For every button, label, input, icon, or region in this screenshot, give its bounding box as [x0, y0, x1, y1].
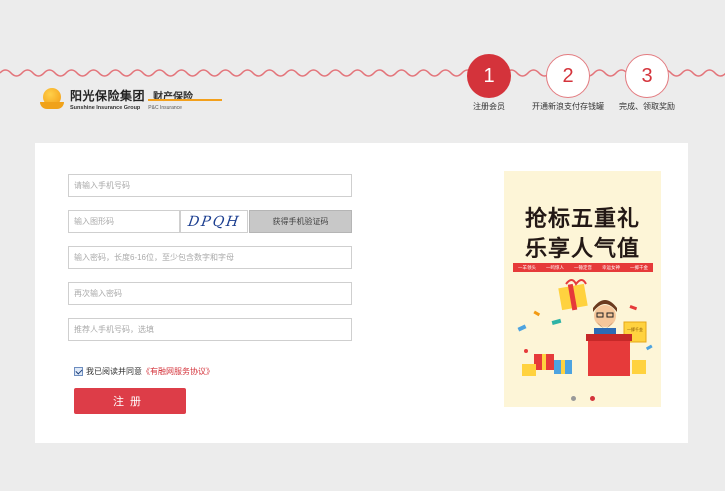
promo-headline-2: 乐享人气值: [524, 236, 640, 261]
phone-input[interactable]: [68, 174, 352, 197]
company-logo: 阳光保险集团 财产保险 Sunshine Insurance Group P&C…: [40, 86, 222, 112]
promo-tag: 一鸣惊人: [546, 264, 564, 270]
step-2-label: 开通新浪支付存钱罐: [532, 102, 604, 111]
promo-banner[interactable]: 抢标五重礼 乐享人气值 一羊领头 一鸣惊人 一锤定音 幸运女神 一掷千金 一掷千…: [504, 171, 661, 407]
captcha-image[interactable]: DPQH: [180, 210, 248, 233]
register-button[interactable]: 注册: [74, 388, 186, 414]
service-agreement-link[interactable]: 《有融网服务协议》: [142, 366, 214, 377]
decorative-wave: [0, 69, 725, 77]
promo-headline-1: 抢标五重礼: [524, 206, 640, 231]
agree-checkbox[interactable]: [74, 367, 83, 376]
logo-name: 阳光保险集团: [70, 89, 146, 103]
password-input[interactable]: [68, 246, 352, 269]
step-2-circle: 2: [546, 54, 590, 98]
promo-tag-strip: 一羊领头 一鸣惊人 一锤定音 幸运女神 一掷千金: [513, 263, 653, 272]
image-code-input[interactable]: [68, 210, 180, 233]
confirm-password-input[interactable]: [68, 282, 352, 305]
promo-tag: 幸运女神: [602, 264, 620, 270]
step-3-label: 完成、领取奖励: [619, 102, 675, 111]
carousel-dot[interactable]: [570, 396, 576, 401]
promo-sign-text: 一掷千金: [627, 326, 643, 332]
get-sms-code-button[interactable]: 获得手机验证码: [249, 210, 352, 233]
promo-tag: 一锤定音: [574, 264, 592, 270]
gift-illustration: 一掷千金: [517, 279, 653, 376]
logo-english-subtitle: P&C Insurance: [148, 105, 182, 111]
step-3-circle: 3: [625, 54, 669, 98]
promo-tag: 一羊领头: [518, 264, 536, 270]
logo-underline: [148, 99, 222, 101]
referrer-phone-input[interactable]: [68, 318, 352, 341]
captcha-text: DPQH: [186, 213, 242, 230]
step-1-label: 注册会员: [473, 102, 505, 111]
sun-logo-icon: [40, 87, 64, 111]
logo-english-name: Sunshine Insurance Group: [70, 105, 141, 111]
carousel-dots: [504, 396, 661, 401]
promo-tag: 一掷千金: [630, 264, 648, 270]
carousel-dot-active[interactable]: [589, 396, 595, 401]
agree-text: 我已阅读并同意: [86, 367, 142, 376]
agreement-row: 我已阅读并同意 《有融网服务协议》: [74, 366, 214, 377]
step-1-circle: 1: [467, 54, 511, 98]
